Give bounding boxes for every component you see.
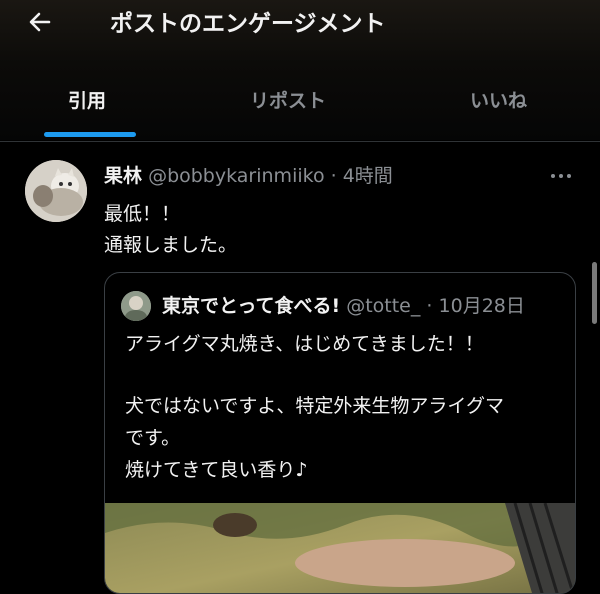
more-button[interactable] <box>549 166 573 186</box>
quoted-post-time[interactable]: 10月28日 <box>439 295 525 317</box>
post-header: 果林 @bobbykarinmiiko · 4時間 <box>104 161 393 188</box>
avatar-image <box>25 160 87 222</box>
quoted-post-photo[interactable] <box>105 503 575 593</box>
post-time[interactable]: 4時間 <box>343 165 393 187</box>
avatar[interactable] <box>25 160 87 222</box>
arrow-left-icon <box>29 12 51 32</box>
photo-image <box>105 503 575 593</box>
more-horizontal-icon <box>551 174 571 178</box>
author-name[interactable]: 果林 <box>104 165 142 187</box>
quoted-text-line: 焼けてきて良い香り♪ <box>125 459 308 481</box>
post-text-line: 最低！！ <box>104 203 181 225</box>
quoted-author-handle[interactable]: @totte_ <box>346 295 420 317</box>
quoted-post-card[interactable]: 東京でとって食べる! @totte_ · 10月28日 アライグマ丸焼き、はじめ… <box>104 272 576 594</box>
back-button[interactable] <box>22 4 58 40</box>
tab-reposts[interactable]: リポスト <box>250 86 326 113</box>
tab-quotes[interactable]: 引用 <box>68 86 106 113</box>
quoted-text-line: です。 <box>125 427 181 449</box>
page-title: ポストのエンゲージメント <box>110 11 386 37</box>
post-text-line: 通報しました。 <box>104 234 238 256</box>
quoted-author-avatar[interactable] <box>121 291 151 321</box>
quoted-post-header: 東京でとって食べる! @totte_ · 10月28日 <box>162 291 572 318</box>
tab-divider <box>0 141 600 142</box>
quoted-text-line: 犬ではないですよ、特定外来生物アライグマ <box>125 395 505 417</box>
separator: · <box>426 295 433 317</box>
author-handle[interactable]: @bobbykarinmiiko <box>148 165 325 187</box>
quoted-avatar-image <box>121 291 151 321</box>
separator: · <box>330 165 337 187</box>
active-tab-indicator <box>44 132 136 137</box>
scrollbar[interactable] <box>592 262 597 324</box>
top-bar: ポストのエンゲージメント 引用 リポスト いいね <box>0 0 600 140</box>
tab-likes[interactable]: いいね <box>470 86 527 113</box>
quoted-text-line: アライグマ丸焼き、はじめてきました！！ <box>125 333 484 355</box>
quoted-author-name[interactable]: 東京でとって食べる! <box>162 295 340 317</box>
